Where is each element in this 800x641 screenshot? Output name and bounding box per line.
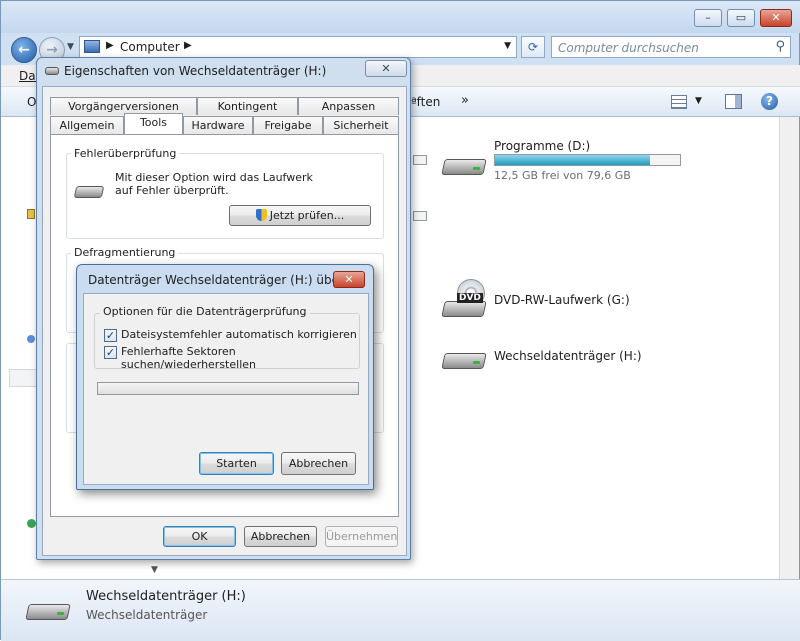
network-globe-icon [27, 519, 36, 528]
check-now-button[interactable]: Jetzt prüfen... [229, 205, 371, 226]
drive-activity-light [57, 612, 64, 615]
details-pane: Wechseldatenträger (H:) Wechseldatenträg… [1, 579, 800, 641]
network-icon [27, 335, 35, 343]
drive-name[interactable]: DVD-RW-Laufwerk (G:) [494, 293, 630, 307]
options-group-title: Optionen für die Datenträgerprüfung [100, 305, 310, 318]
defrag-title: Defragmentierung [71, 246, 179, 259]
minimize-button[interactable]: – [694, 9, 722, 27]
scan-sectors-label[interactable]: Fehlerhafte Sektoren suchen/wiederherste… [121, 345, 368, 371]
drive-name[interactable]: Programme (D:) [494, 139, 590, 153]
folder-icon [27, 209, 35, 219]
drive-activity-light [473, 361, 480, 364]
drive-bar-fragment [413, 155, 427, 165]
fix-errors-checkbox[interactable]: ✓ [104, 329, 117, 342]
breadcrumb-separator-icon[interactable]: ▶ [106, 40, 114, 51]
selected-nav-item[interactable] [9, 369, 39, 387]
drive-small-icon [45, 67, 59, 76]
recent-pages-dropdown-icon[interactable]: ▼ [67, 42, 74, 52]
check-disk-title: Datenträger Wechseldatenträger (H:) über… [88, 273, 363, 287]
fix-errors-label[interactable]: Dateisystemfehler automatisch korrigiere… [121, 328, 357, 341]
tab-allgemein[interactable]: Allgemein [50, 116, 124, 134]
title-bar [1, 1, 800, 33]
view-options-icon[interactable] [671, 95, 687, 109]
help-icon[interactable]: ? [761, 93, 778, 110]
preview-pane-icon[interactable] [725, 94, 742, 109]
details-title: Wechseldatenträger (H:) [86, 589, 246, 604]
back-arrow-icon[interactable]: ← [11, 37, 37, 63]
drive-usage-fill [495, 155, 651, 165]
drive-check-icon [73, 183, 105, 201]
tab-freigabe[interactable]: Freigabe [253, 116, 323, 134]
apply-button[interactable]: Übernehmen [325, 526, 398, 547]
address-dropdown-icon[interactable]: ▼ [504, 41, 511, 51]
check-cancel-button[interactable]: Abbrechen [281, 452, 356, 475]
removable-drive-icon [25, 600, 71, 626]
search-placeholder: Computer durchsuchen [558, 41, 699, 55]
search-field[interactable]: Computer durchsuchen ⚲ [551, 36, 791, 58]
drive-body [73, 186, 105, 198]
drive-bar-fragment [413, 211, 427, 221]
tab-tools[interactable]: Tools [124, 113, 183, 134]
checkmark-icon: ✓ [105, 346, 116, 359]
tab-anpassen[interactable]: Anpassen [298, 97, 399, 115]
shield-icon [255, 209, 267, 221]
checkmark-icon: ✓ [105, 329, 116, 342]
maximize-button[interactable]: ▭ [727, 9, 755, 27]
drive-body [441, 301, 487, 317]
tab-hardware[interactable]: Hardware [183, 116, 253, 134]
check-disk-dialog: Datenträger Wechseldatenträger (H:) über… [76, 264, 374, 490]
ok-button[interactable]: OK [163, 526, 236, 547]
search-icon[interactable]: ⚲ [775, 39, 785, 54]
drive-free-space: 12,5 GB frei von 79,6 GB [494, 169, 631, 182]
close-button[interactable]: ✕ [760, 9, 792, 27]
view-dropdown-icon[interactable]: ▼ [695, 96, 702, 106]
drive-body [45, 67, 59, 75]
scroll-down-arrow-icon[interactable]: ▼ [151, 565, 158, 575]
start-button[interactable]: Starten [199, 452, 274, 475]
tab-kontingent[interactable]: Kontingent [197, 97, 298, 115]
cancel-button[interactable]: Abbrechen [244, 526, 317, 547]
refresh-icon[interactable]: ⟳ [521, 36, 545, 58]
check-progress-bar [97, 382, 359, 395]
breadcrumb-computer[interactable]: Computer [120, 40, 180, 54]
details-subtitle: Wechseldatenträger [86, 608, 208, 622]
drive-name[interactable]: Wechseldatenträger (H:) [494, 349, 642, 363]
properties-close-button[interactable]: ✕ [365, 60, 407, 77]
properties-title: Eigenschaften von Wechseldatenträger (H:… [64, 64, 327, 78]
removable-drive-icon[interactable] [441, 349, 487, 375]
dvd-label: DVD [457, 293, 483, 303]
scan-sectors-checkbox[interactable]: ✓ [104, 346, 117, 359]
tab-sicherheit[interactable]: Sicherheit [323, 116, 399, 134]
error-check-description: Mit dieser Option wird das Laufwerk auf … [115, 171, 313, 197]
toolbar-more-icon[interactable]: » [461, 93, 469, 108]
check-now-label: Jetzt prüfen... [269, 209, 345, 222]
error-check-title: Fehlerüberprüfung [71, 147, 180, 160]
check-disk-client: Optionen für die Datenträgerprüfung ✓ Da… [83, 293, 369, 485]
drive-usage-bar [494, 154, 681, 166]
breadcrumb-separator-icon[interactable]: ▶ [184, 40, 192, 51]
address-bar[interactable]: ▶ Computer ▶ ▼ [79, 36, 517, 58]
drive-activity-light [473, 167, 480, 170]
hard-drive-icon[interactable] [441, 153, 487, 179]
vertical-scrollbar[interactable] [779, 117, 799, 579]
computer-icon [84, 40, 100, 53]
check-disk-close-button[interactable]: ✕ [333, 271, 365, 288]
dvd-drive-icon[interactable]: DVD [441, 279, 491, 323]
toolbar-item-fragment[interactable]: ªften [411, 95, 440, 109]
